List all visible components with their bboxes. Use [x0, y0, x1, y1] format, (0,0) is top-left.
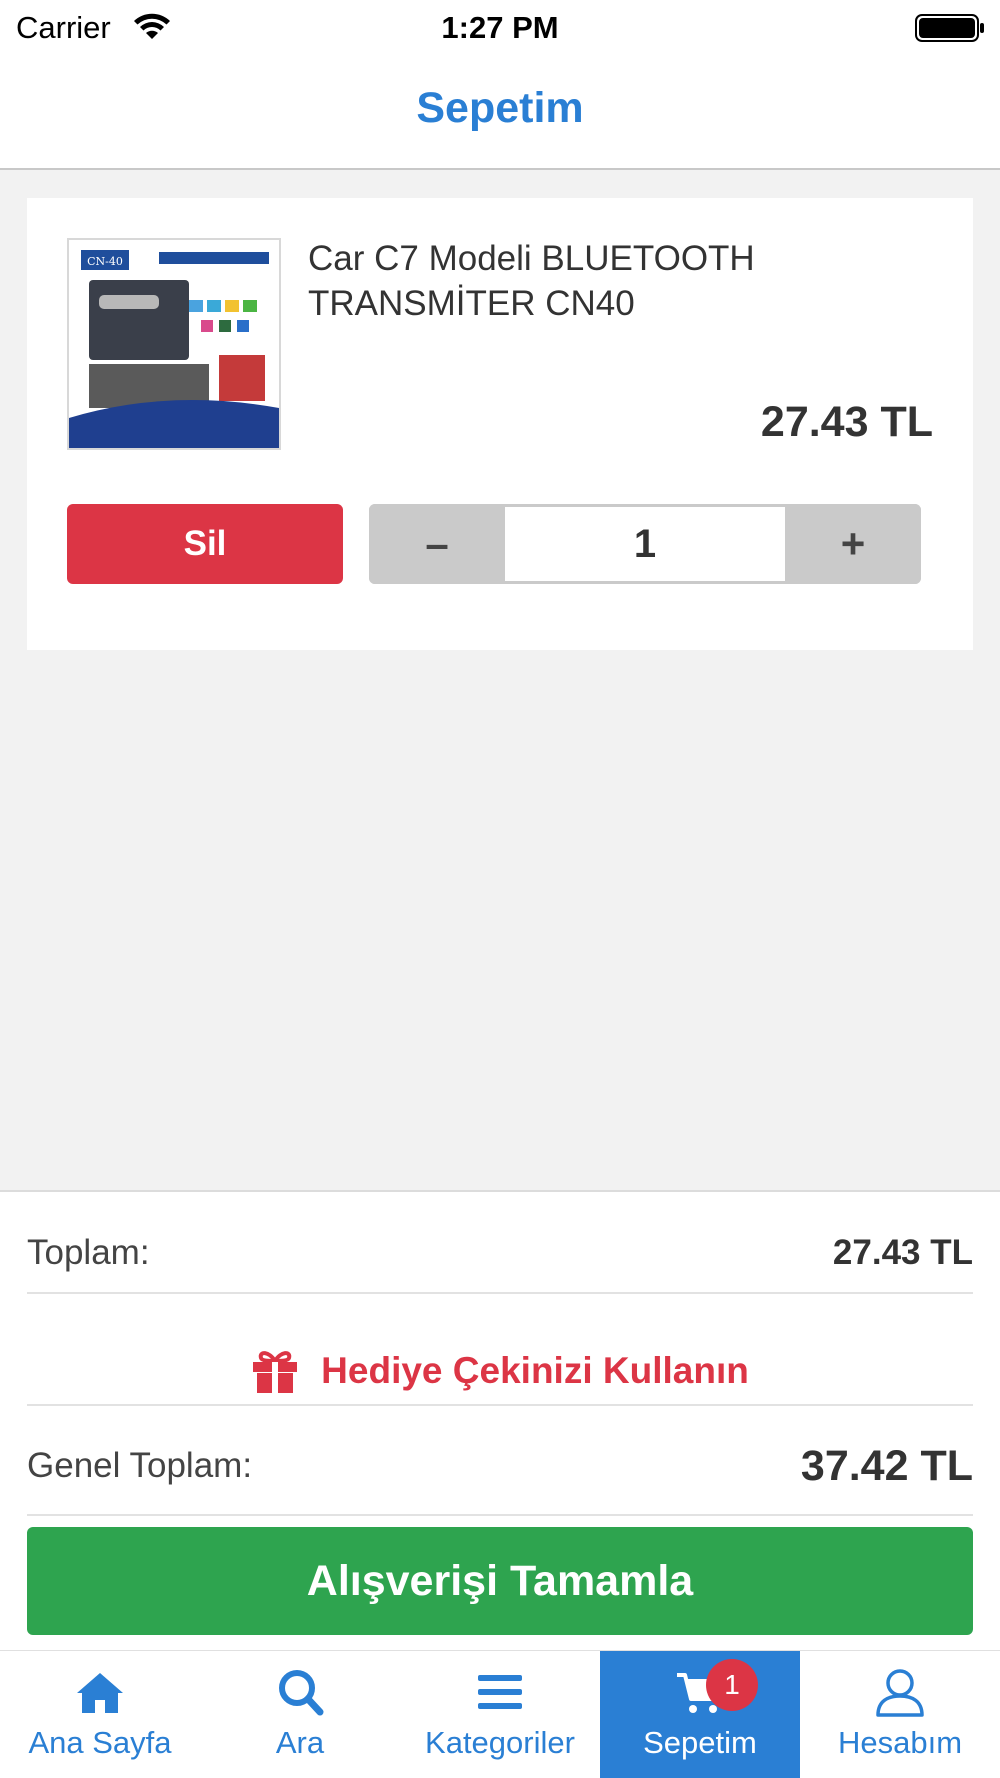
tab-home[interactable]: Ana Sayfa	[0, 1651, 200, 1778]
tab-label: Sepetim	[643, 1725, 757, 1760]
nav-bar: Sepetim	[0, 56, 1000, 170]
product-price: 27.43 TL	[760, 398, 933, 446]
grand-total-row: Genel Toplam: 37.42 TL	[27, 1418, 973, 1514]
image-label: CN-40	[87, 255, 123, 268]
tab-label: Kategoriler	[425, 1725, 575, 1760]
divider	[27, 1514, 973, 1516]
quantity-stepper: – 1 +	[369, 504, 921, 584]
gift-icon	[253, 1351, 298, 1393]
gift-voucher-label: Hediye Çekinizi Kullanın	[321, 1350, 749, 1391]
tab-search[interactable]: Ara	[200, 1651, 400, 1778]
search-icon	[279, 1670, 324, 1716]
grand-total-label: Genel Toplam:	[27, 1446, 253, 1485]
divider	[27, 1404, 973, 1406]
product-name[interactable]: Car C7 Modeli BLUETOOTH TRANSMİTER CN40	[308, 236, 928, 326]
tab-label: Ana Sayfa	[28, 1725, 172, 1760]
total-value: 27.43 TL	[832, 1233, 973, 1272]
divider	[27, 1292, 973, 1294]
checkout-button[interactable]: Alışverişi Tamamla	[27, 1527, 973, 1635]
status-bar: Carrier 1:27 PM	[0, 0, 1000, 56]
product-image[interactable]: CN-40	[67, 238, 281, 450]
delete-button[interactable]: Sil	[67, 504, 343, 584]
home-icon	[77, 1673, 123, 1713]
tab-bar: Ana Sayfa Ara Kategoriler Sepetim 1 Hesa…	[0, 1650, 1000, 1778]
tab-cart[interactable]: Sepetim 1	[600, 1651, 800, 1778]
tab-account[interactable]: Hesabım	[800, 1651, 1000, 1778]
page-title: Sepetim	[416, 84, 584, 132]
grand-total-value: 37.42 TL	[800, 1441, 973, 1490]
tab-label: Hesabım	[837, 1725, 963, 1760]
battery-icon	[915, 14, 984, 42]
product-image-graphic: CN-40	[69, 240, 279, 448]
cart-count-badge: 1	[706, 1659, 758, 1711]
total-label: Toplam:	[27, 1233, 150, 1272]
menu-icon	[478, 1675, 522, 1709]
cart-item-card: CN-40 Car C7 Modeli BLUETOOTH TRANSMİTER…	[27, 198, 973, 650]
order-summary: Toplam: 27.43 TL Hediye Çekinizi Kullanı…	[0, 1190, 1000, 1650]
increment-button[interactable]: +	[785, 504, 921, 584]
quantity-value[interactable]: 1	[505, 507, 785, 581]
total-row: Toplam: 27.43 TL	[27, 1212, 973, 1294]
decrement-button[interactable]: –	[369, 504, 505, 584]
clock: 1:27 PM	[441, 10, 559, 45]
tab-label: Ara	[275, 1725, 325, 1760]
user-icon	[876, 1669, 924, 1717]
tab-categories[interactable]: Kategoriler	[400, 1651, 600, 1778]
